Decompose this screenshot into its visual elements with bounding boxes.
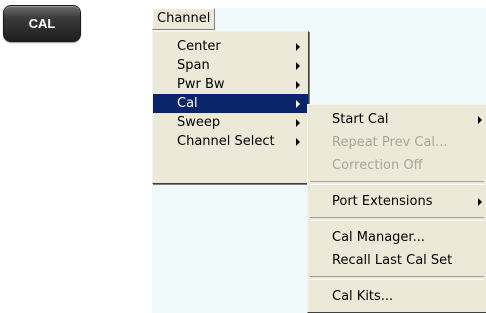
menu-item-label: Cal	[177, 96, 198, 111]
menu-separator	[310, 276, 484, 280]
menu-item-label: Cal Kits...	[332, 289, 394, 304]
menu-item-label: Port Extensions	[332, 194, 433, 209]
menu-item-correction-off: Correction Off	[308, 154, 486, 177]
menu-item-pwr-bw[interactable]: Pwr Bw	[153, 75, 308, 94]
menu-item-label: Span	[177, 58, 210, 73]
cal-submenu: Start Cal Repeat Prev Cal... Correction …	[307, 104, 486, 313]
menu-item-cal-manager[interactable]: Cal Manager...	[308, 226, 486, 249]
submenu-arrow-icon	[478, 197, 482, 206]
submenu-arrow-icon	[296, 61, 300, 70]
menu-item-port-extensions[interactable]: Port Extensions	[308, 190, 486, 213]
menu-item-label: Start Cal	[332, 112, 389, 127]
menu-item-repeat-prev-cal: Repeat Prev Cal...	[308, 131, 486, 154]
menu-item-label: Cal Manager...	[332, 230, 425, 245]
menu-item-label: Center	[177, 39, 221, 54]
menu-item-label: Repeat Prev Cal...	[332, 135, 448, 150]
menu-item-label: Correction Off	[332, 158, 423, 173]
menu-item-cal[interactable]: Cal	[153, 94, 308, 113]
submenu-arrow-icon	[296, 137, 300, 146]
submenu-arrow-icon	[296, 118, 300, 127]
menu-separator	[310, 181, 484, 185]
menu-item-label: Channel Select	[177, 134, 275, 149]
menu-item-label: Pwr Bw	[177, 77, 225, 92]
menu-item-cal-kits[interactable]: Cal Kits...	[308, 285, 486, 308]
cal-hardkey-label: CAL	[28, 16, 56, 31]
submenu-arrow-icon	[296, 80, 300, 89]
channel-menu: Center Span Pwr Bw Cal Sweep Channel Sel…	[152, 31, 309, 184]
cal-hardkey-button[interactable]: CAL	[3, 5, 81, 42]
menu-item-label: Recall Last Cal Set	[332, 253, 453, 268]
menubar-item-channel[interactable]: Channel	[152, 8, 216, 30]
menu-item-sweep[interactable]: Sweep	[153, 113, 308, 132]
menu-item-channel-select[interactable]: Channel Select	[153, 132, 308, 151]
menu-item-span[interactable]: Span	[153, 56, 308, 75]
menu-separator	[310, 217, 484, 221]
menu-item-label: Sweep	[177, 115, 221, 130]
menu-item-recall-last-cal-set[interactable]: Recall Last Cal Set	[308, 249, 486, 272]
menu-item-start-cal[interactable]: Start Cal	[308, 108, 486, 131]
menu-item-center[interactable]: Center	[153, 37, 308, 56]
submenu-arrow-icon	[296, 99, 300, 108]
submenu-arrow-icon	[478, 115, 482, 124]
submenu-arrow-icon	[296, 42, 300, 51]
